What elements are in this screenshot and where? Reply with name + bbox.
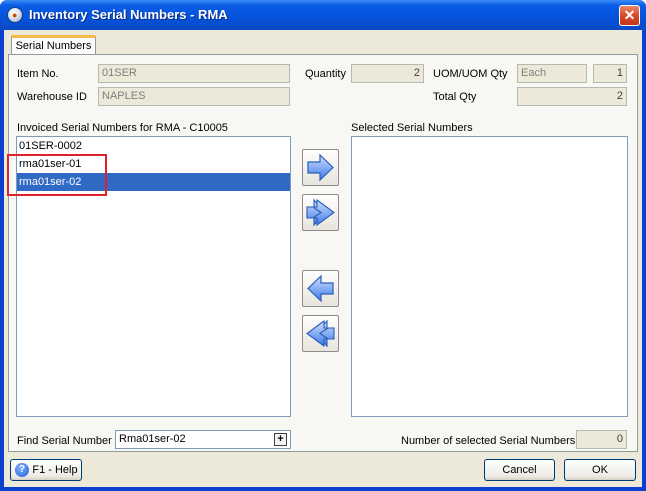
total-qty-label: Total Qty xyxy=(433,91,477,103)
invoiced-list-label: Invoiced Serial Numbers for RMA - C10005 xyxy=(17,122,228,134)
move-left-button[interactable] xyxy=(302,270,339,307)
find-serial-input[interactable]: Rma01ser-02 xyxy=(115,430,291,449)
add-serial-button[interactable]: + xyxy=(274,433,287,446)
dialog-body: Serial Numbers Item No. 01SER Quantity 2… xyxy=(4,30,642,487)
uom-label: UOM/UOM Qty xyxy=(433,68,508,80)
ok-button[interactable]: OK xyxy=(564,459,636,481)
double-arrow-left-icon xyxy=(306,319,335,348)
selected-serial-list[interactable] xyxy=(351,136,628,417)
selected-list-label: Selected Serial Numbers xyxy=(351,122,473,134)
move-all-right-button[interactable] xyxy=(302,194,339,231)
dialog-window: ● Inventory Serial Numbers - RMA ✕ Seria… xyxy=(0,0,646,491)
tab-serial-numbers[interactable]: Serial Numbers xyxy=(11,35,96,55)
arrow-left-icon xyxy=(307,274,334,303)
quantity-label: Quantity xyxy=(305,68,346,80)
cancel-button[interactable]: Cancel xyxy=(484,459,555,481)
move-right-button[interactable] xyxy=(302,149,339,186)
selected-count-field: 0 xyxy=(576,430,627,449)
tab-panel: Item No. 01SER Quantity 2 UOM/UOM Qty Ea… xyxy=(7,54,638,452)
title-bar[interactable]: ● Inventory Serial Numbers - RMA ✕ xyxy=(0,0,646,30)
total-qty-field: 2 xyxy=(517,87,627,106)
app-icon: ● xyxy=(7,7,23,23)
invoiced-serial-list[interactable]: 01SER-0002 rma01ser-01 rma01ser-02 xyxy=(16,136,291,417)
warehouse-field: NAPLES xyxy=(98,87,290,106)
selected-count-label: Number of selected Serial Numbers xyxy=(401,435,576,447)
help-icon: ? xyxy=(15,463,29,477)
arrow-right-icon xyxy=(307,153,334,182)
close-button[interactable]: ✕ xyxy=(619,5,640,26)
help-button[interactable]: ? F1 - Help xyxy=(10,459,82,481)
warehouse-label: Warehouse ID xyxy=(17,91,87,103)
list-item[interactable]: rma01ser-01 xyxy=(17,155,290,173)
item-no-label: Item No. xyxy=(17,68,59,80)
quantity-field: 2 xyxy=(351,64,424,83)
find-serial-label: Find Serial Number xyxy=(17,435,112,447)
move-all-left-button[interactable] xyxy=(302,315,339,352)
uom-field: Each xyxy=(517,64,587,83)
double-arrow-right-icon xyxy=(306,198,335,227)
list-item[interactable]: 01SER-0002 xyxy=(17,137,290,155)
item-no-field: 01SER xyxy=(98,64,290,83)
list-item-selected[interactable]: rma01ser-02 xyxy=(17,173,290,191)
uom-qty-field: 1 xyxy=(593,64,627,83)
window-title: Inventory Serial Numbers - RMA xyxy=(29,7,228,22)
